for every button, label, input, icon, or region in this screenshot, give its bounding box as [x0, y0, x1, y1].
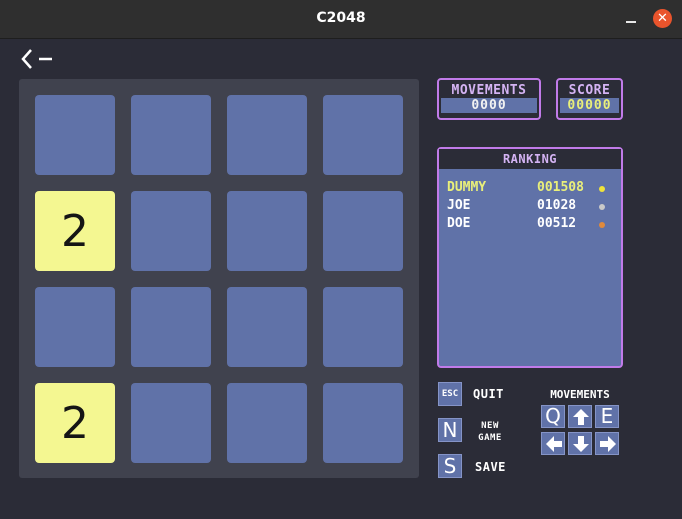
tile-0-1: [131, 95, 211, 175]
new-game-label-line1: NEW: [481, 421, 499, 431]
ranking-score: 001508: [537, 180, 584, 195]
tile-0-3: [323, 95, 403, 175]
movements-panel: MOVEMENTS 0000: [437, 78, 541, 120]
back-button[interactable]: [20, 47, 54, 71]
ranking-row: DOE 00512: [447, 216, 617, 234]
esc-key-button[interactable]: ESC: [438, 382, 462, 406]
down-key-button[interactable]: [568, 432, 592, 455]
movement-keys-title: MOVEMENTS: [550, 388, 610, 401]
save-label: SAVE: [475, 460, 506, 474]
arrow-up-icon: [573, 409, 589, 425]
game-board: 2 2: [19, 79, 419, 478]
title-bar: C2048 ✕: [0, 0, 682, 39]
tile-0-0: [35, 95, 115, 175]
ranking-panel: RANKING DUMMY 001508 JOE 01028 DOE 00512: [437, 147, 623, 368]
ranking-score: 00512: [537, 216, 577, 231]
tile-2-1: [131, 287, 211, 367]
score-value: 00000: [560, 98, 619, 113]
left-key-button[interactable]: [541, 432, 565, 455]
tile-1-1: [131, 191, 211, 271]
window-title: C2048: [316, 10, 366, 26]
tile-1-2: [227, 191, 307, 271]
arrow-right-icon: [600, 436, 616, 452]
tile-2-2: [227, 287, 307, 367]
tile-3-3: [323, 383, 403, 463]
ranking-score: 01028: [537, 198, 577, 213]
tile-0-2: [227, 95, 307, 175]
arrow-down-icon: [573, 436, 589, 452]
right-key-button[interactable]: [595, 432, 619, 455]
movements-label: MOVEMENTS: [451, 83, 527, 98]
movements-value: 0000: [441, 98, 537, 113]
ranking-name: DUMMY: [447, 180, 487, 195]
save-key-button[interactable]: S: [438, 454, 462, 478]
ranking-title: RANKING: [439, 149, 621, 169]
score-panel: SCORE 00000: [556, 78, 623, 120]
quit-label: QUIT: [473, 387, 504, 401]
tile-3-1: [131, 383, 211, 463]
tile-1-0: 2: [35, 191, 115, 271]
ranking-row: DUMMY 001508: [447, 180, 617, 198]
tile-3-2: [227, 383, 307, 463]
up-key-button[interactable]: [568, 405, 592, 428]
ranking-name: JOE: [447, 198, 471, 213]
gold-medal-icon: [599, 186, 605, 192]
arrow-left-icon: [546, 436, 562, 452]
tile-1-3: [323, 191, 403, 271]
app-window: C2048 ✕ 2 2 MOVEMENTS 0000 SCORE 00000 R…: [0, 0, 682, 519]
new-game-key-button[interactable]: N: [438, 418, 462, 442]
minimize-button[interactable]: [622, 9, 640, 27]
back-arrow-icon: [21, 49, 52, 69]
ranking-name: DOE: [447, 216, 471, 231]
new-game-label-line2: GAME: [478, 433, 502, 443]
e-key-button[interactable]: E: [595, 405, 619, 428]
score-label: SCORE: [568, 83, 611, 98]
bronze-medal-icon: [599, 222, 605, 228]
silver-medal-icon: [599, 204, 605, 210]
close-button[interactable]: ✕: [653, 9, 672, 28]
tile-3-0: 2: [35, 383, 115, 463]
q-key-button[interactable]: Q: [541, 405, 565, 428]
tile-2-0: [35, 287, 115, 367]
tile-2-3: [323, 287, 403, 367]
ranking-row: JOE 01028: [447, 198, 617, 216]
